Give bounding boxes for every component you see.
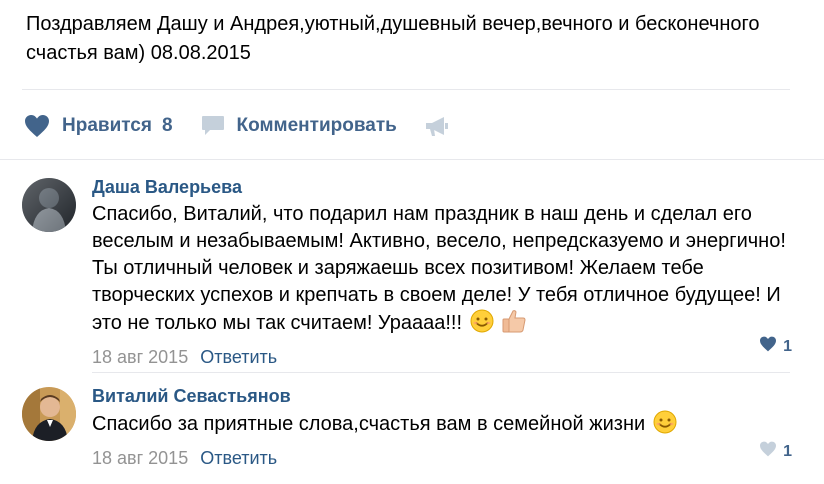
comment-meta: 18 авг 2015 Ответить xyxy=(92,444,792,472)
comment-text: Спасибо за приятные слова,счастья вам в … xyxy=(92,410,792,442)
heart-icon xyxy=(759,441,777,462)
avatar[interactable] xyxy=(22,387,76,441)
post-actions-bar: Нравится 8 Комментировать xyxy=(24,110,449,142)
heart-icon xyxy=(24,114,50,138)
avatar[interactable] xyxy=(22,178,76,232)
reply-button[interactable]: Ответить xyxy=(200,347,277,367)
comment-date[interactable]: 18 авг 2015 xyxy=(92,448,188,468)
comment-body: Виталий Севастьянов Спасибо за приятные … xyxy=(92,385,792,472)
comment-date[interactable]: 18 авг 2015 xyxy=(92,347,188,367)
like-label: Нравится xyxy=(62,115,152,136)
comment-like-count: 1 xyxy=(783,337,792,355)
post-view: Поздравляем Дашу и Андрея,уютный,душевны… xyxy=(0,0,824,484)
comment-label: Комментировать xyxy=(236,115,397,136)
comment-like-button[interactable]: 1 xyxy=(759,441,792,462)
comment-divider xyxy=(92,372,790,373)
heart-icon xyxy=(759,336,777,357)
comment-author[interactable]: Виталий Севастьянов xyxy=(92,385,792,407)
comment-text-content: Спасибо, Виталий, что подарил нам праздн… xyxy=(92,203,786,334)
comment-author[interactable]: Даша Валерьева xyxy=(92,176,792,198)
comment-meta: 18 авг 2015 Ответить xyxy=(92,343,792,371)
like-button[interactable]: Нравится 8 xyxy=(24,114,173,138)
comments-divider xyxy=(0,159,824,160)
comment-button[interactable]: Комментировать xyxy=(201,115,397,137)
reply-button[interactable]: Ответить xyxy=(200,448,277,468)
comment-text-content: Спасибо за приятные слова,счастья вам в … xyxy=(92,413,646,435)
megaphone-icon xyxy=(425,115,449,137)
post-divider xyxy=(22,89,790,90)
comment-body: Даша Валерьева Спасибо, Виталий, что под… xyxy=(92,176,792,371)
like-count: 8 xyxy=(161,115,173,136)
share-button[interactable] xyxy=(425,115,449,137)
post-text: Поздравляем Дашу и Андрея,уютный,душевны… xyxy=(26,13,760,64)
comment-like-button[interactable]: 1 xyxy=(759,336,792,357)
smiling-face-emoji xyxy=(470,309,494,341)
speech-bubble-icon xyxy=(201,115,225,137)
comment-like-count: 1 xyxy=(783,442,792,460)
comment-text: Спасибо, Виталий, что подарил нам праздн… xyxy=(92,201,792,341)
smiling-face-emoji xyxy=(653,410,677,442)
thumbs-up-emoji xyxy=(501,309,527,341)
